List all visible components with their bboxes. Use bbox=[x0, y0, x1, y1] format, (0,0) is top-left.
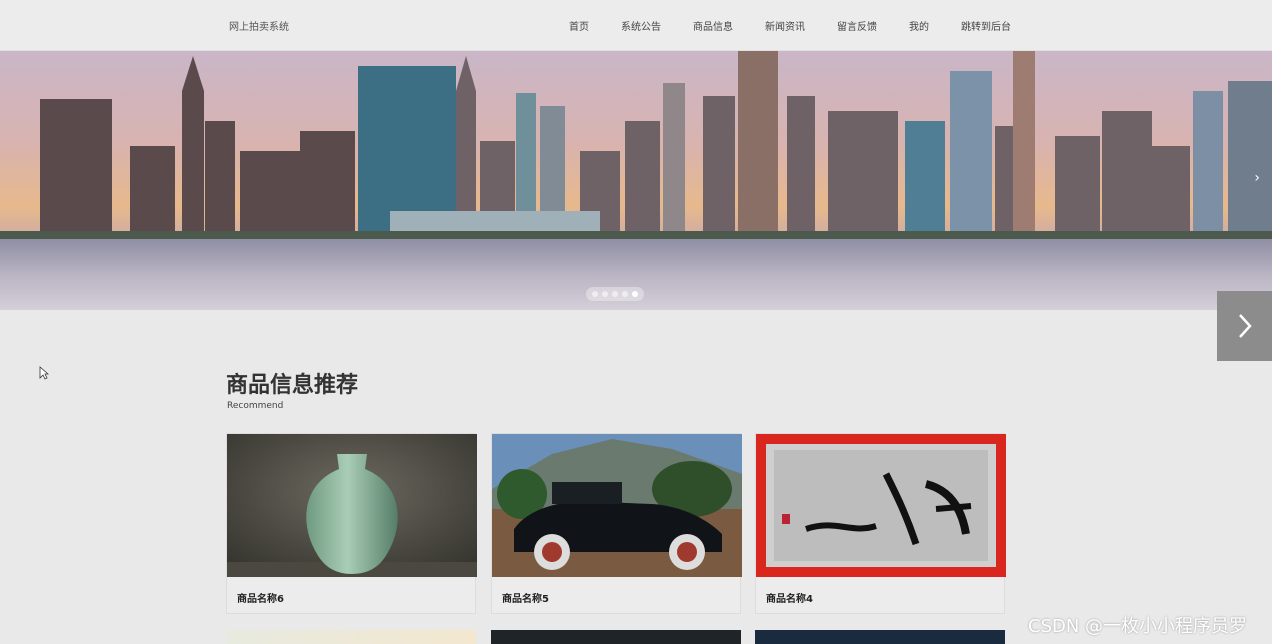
product-image-car[interactable] bbox=[492, 434, 742, 577]
section-subtitle: Recommend bbox=[227, 401, 284, 411]
nav-announcements[interactable]: 系统公告 bbox=[621, 18, 661, 33]
product-name[interactable]: 商品名称6 bbox=[237, 590, 284, 605]
carousel-dot[interactable] bbox=[592, 291, 598, 297]
banner-image bbox=[0, 51, 1272, 310]
nav-news[interactable]: 新闻资讯 bbox=[765, 18, 805, 33]
main-nav: 首页 系统公告 商品信息 新闻资讯 留言反馈 我的 跳转到后台 bbox=[569, 18, 1011, 33]
product-name[interactable]: 商品名称5 bbox=[502, 590, 549, 605]
banner-next-arrow[interactable]: › bbox=[1254, 171, 1260, 185]
top-header: 网上拍卖系统 首页 系统公告 商品信息 新闻资讯 留言反馈 我的 跳转到后台 bbox=[0, 0, 1272, 51]
nav-home[interactable]: 首页 bbox=[569, 18, 589, 33]
carousel-dot[interactable] bbox=[622, 291, 628, 297]
product-card[interactable]: 商品名称4 bbox=[755, 433, 1006, 614]
mouse-pointer-icon bbox=[39, 366, 49, 380]
product-card-partial[interactable] bbox=[491, 630, 741, 644]
product-image-vase[interactable] bbox=[227, 434, 477, 577]
banner-carousel[interactable]: › bbox=[0, 51, 1272, 310]
carousel-dot-active[interactable] bbox=[632, 291, 638, 297]
nav-products[interactable]: 商品信息 bbox=[693, 18, 733, 33]
carousel-indicators bbox=[586, 287, 644, 301]
product-card-partial[interactable] bbox=[226, 630, 476, 644]
product-image-calligraphy[interactable] bbox=[756, 434, 1006, 577]
product-name[interactable]: 商品名称4 bbox=[766, 590, 813, 605]
product-card[interactable]: 商品名称6 bbox=[226, 433, 477, 614]
product-card-partial[interactable] bbox=[755, 630, 1005, 644]
csdn-watermark: CSDN @一枚小小程序员罗 bbox=[1028, 616, 1248, 637]
nav-admin[interactable]: 跳转到后台 bbox=[961, 18, 1011, 33]
product-card[interactable]: 商品名称5 bbox=[491, 433, 742, 614]
carousel-dot[interactable] bbox=[602, 291, 608, 297]
side-next-button[interactable] bbox=[1217, 291, 1272, 361]
section-title: 商品信息推荐 bbox=[226, 373, 359, 398]
site-brand[interactable]: 网上拍卖系统 bbox=[229, 18, 289, 33]
chevron-right-icon bbox=[1238, 314, 1252, 338]
carousel-dot[interactable] bbox=[612, 291, 618, 297]
nav-feedback[interactable]: 留言反馈 bbox=[837, 18, 877, 33]
nav-mine[interactable]: 我的 bbox=[909, 18, 929, 33]
